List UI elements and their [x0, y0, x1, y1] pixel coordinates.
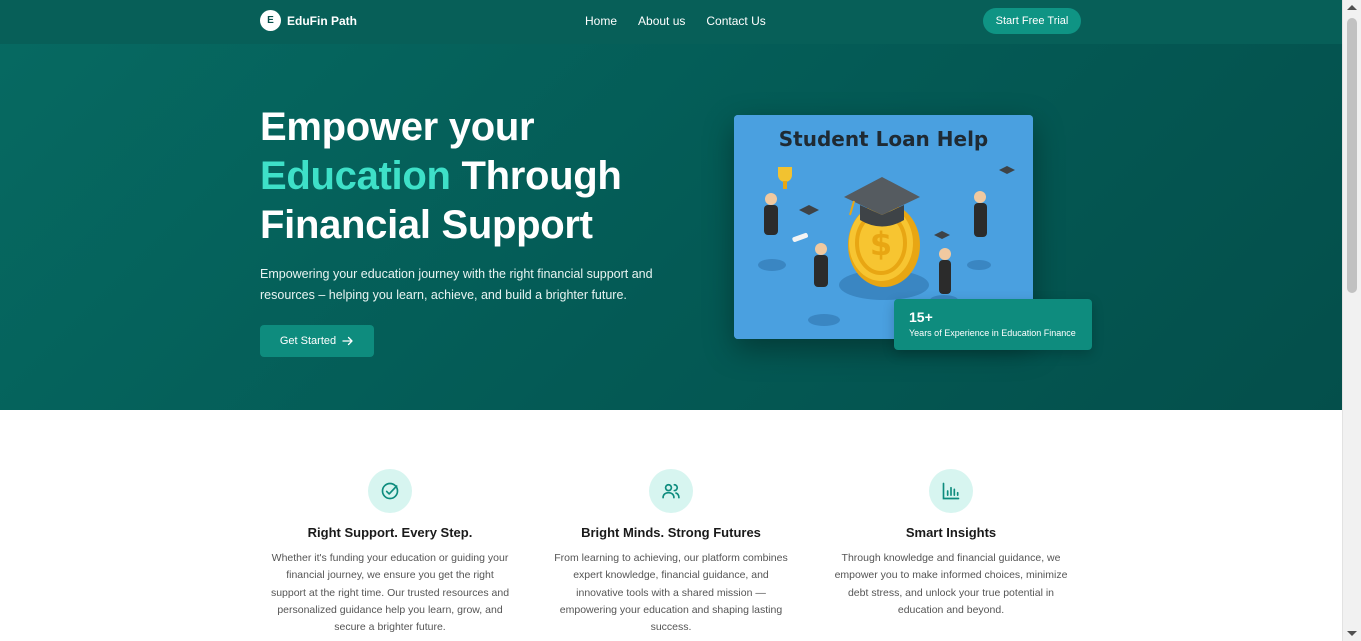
brand-name: EduFin Path — [287, 13, 357, 28]
feature-title: Right Support. Every Step. — [307, 525, 473, 540]
feature-card-minds: Bright Minds. Strong Futures From learni… — [551, 469, 791, 636]
nav-link-about[interactable]: About us — [638, 14, 685, 28]
features-section: Right Support. Every Step. Whether it's … — [0, 410, 1342, 641]
arrow-right-icon — [342, 336, 354, 346]
nav-link-home[interactable]: Home — [585, 14, 617, 28]
svg-text:$: $ — [870, 225, 892, 263]
users-icon — [649, 469, 693, 513]
feature-card-support: Right Support. Every Step. Whether it's … — [270, 469, 510, 636]
start-free-trial-button[interactable]: Start Free Trial — [983, 8, 1081, 34]
feature-description: From learning to achieving, our platform… — [554, 552, 788, 634]
hero-title-accent: Education — [260, 154, 451, 198]
nav-link-contact[interactable]: Contact Us — [706, 14, 765, 28]
scroll-down-icon[interactable] — [1347, 631, 1357, 636]
hero-title-line1: Empower your — [260, 105, 535, 149]
feature-title: Bright Minds. Strong Futures — [581, 525, 761, 540]
scroll-up-icon[interactable] — [1347, 5, 1357, 10]
scrollbar-thumb[interactable] — [1347, 18, 1357, 293]
brand-logo: E — [260, 10, 281, 31]
hero-title-line2: Through — [450, 154, 622, 198]
feature-card-insights: Smart Insights Through knowledge and fin… — [831, 469, 1071, 619]
stat-label: Years of Experience in Education Finance — [909, 328, 1076, 338]
stat-value: 15+ — [909, 309, 933, 325]
check-circle-icon — [368, 469, 412, 513]
hero-subtitle: Empowering your education journey with t… — [260, 267, 653, 302]
hero-title-line3: Financial Support — [260, 203, 593, 247]
get-started-button[interactable]: Get Started — [260, 325, 374, 357]
hero-title: Empower your Education Through Financial… — [260, 103, 680, 250]
hero-section: E EduFin Path Home About us Contact Us S… — [0, 0, 1342, 410]
illustration-title: Student Loan Help — [778, 127, 989, 151]
get-started-label: Get Started — [279, 335, 337, 347]
feature-description: Whether it's funding your education or g… — [270, 552, 510, 634]
page: E EduFin Path Home About us Contact Us S… — [0, 0, 1342, 641]
brand[interactable]: E EduFin Path — [260, 10, 357, 31]
nav-links: Home About us Contact Us — [585, 14, 766, 28]
bar-chart-icon — [929, 469, 973, 513]
feature-description: Through knowledge and financial guidance… — [834, 552, 1068, 616]
feature-title: Smart Insights — [905, 525, 997, 540]
experience-stat-badge: 15+ Years of Experience in Education Fin… — [894, 299, 1092, 350]
navbar: E EduFin Path Home About us Contact Us S… — [0, 0, 1342, 44]
page-scrollbar[interactable] — [1342, 0, 1361, 641]
